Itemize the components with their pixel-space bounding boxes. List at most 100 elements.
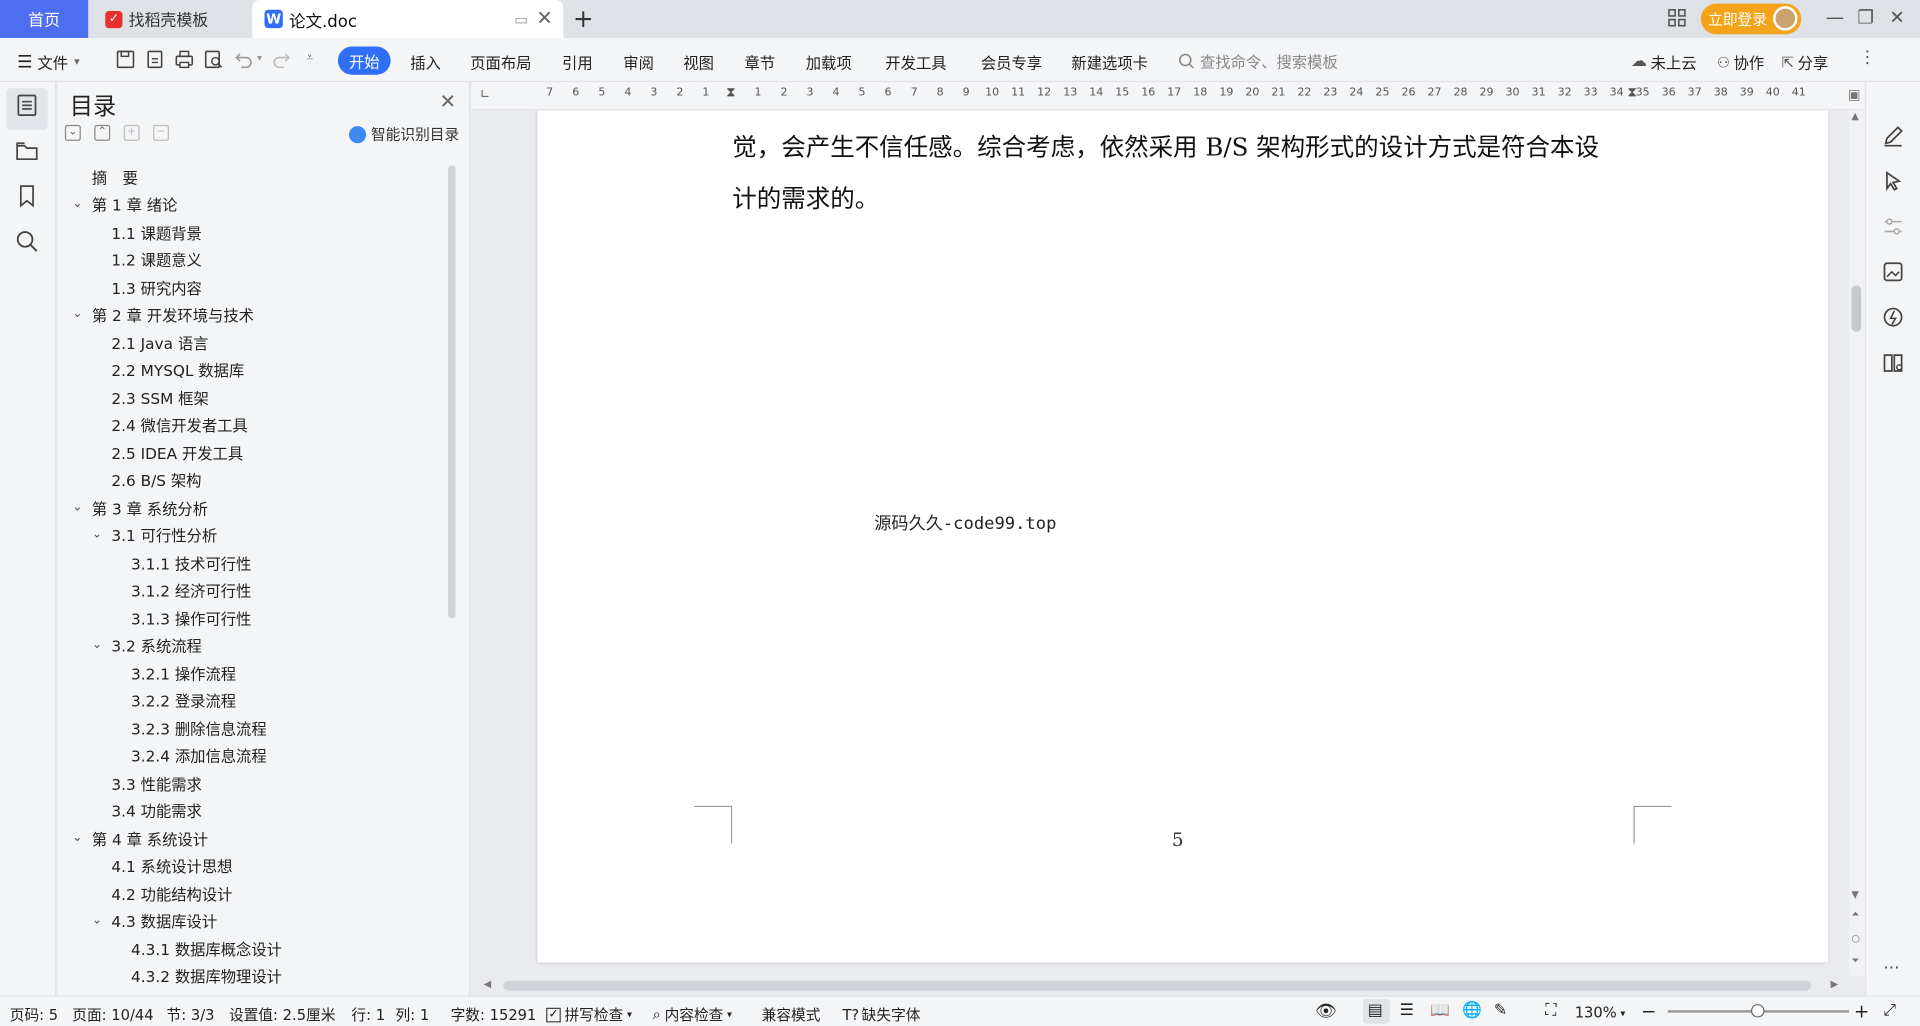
pin-tab-icon[interactable]: ▭ — [514, 11, 528, 28]
vertical-scroll-thumb[interactable] — [1851, 285, 1862, 332]
close-window-icon[interactable]: ✕ — [1889, 6, 1904, 28]
toc-item[interactable]: 摘 要 — [92, 163, 138, 190]
bookmark-icon[interactable] — [15, 184, 39, 208]
status-section[interactable]: 节: 3/3 — [167, 1004, 215, 1025]
ribbon-tab-insert[interactable]: 插入 — [410, 50, 441, 73]
command-search-input[interactable]: 查找命令、搜索模板 — [1178, 49, 1338, 72]
tab-docer-templates[interactable]: ✓ 找稻壳模板 — [90, 0, 253, 38]
spell-check-button[interactable]: ✓ 拼写检查 ▾ — [546, 1004, 632, 1025]
status-col[interactable]: 列: 1 — [396, 1004, 430, 1025]
chevron-down-icon[interactable]: ⌄ — [92, 528, 104, 541]
scroll-left-icon[interactable]: ◀ — [484, 978, 492, 989]
tab-home[interactable]: 首页 — [0, 0, 89, 38]
zoom-in-icon[interactable]: + — [1854, 1000, 1869, 1022]
toc-item[interactable]: 3.1.3 操作可行性 — [131, 604, 251, 631]
search-icon[interactable] — [15, 229, 39, 253]
select-browse-icon[interactable]: ○ — [1851, 933, 1860, 944]
toc-item[interactable]: 4.3.2 数据库物理设计 — [131, 961, 282, 988]
toc-item[interactable]: 3.1.1 技术可行性 — [131, 549, 251, 576]
ribbon-tab-new-tab[interactable]: 新建选项卡 — [1071, 50, 1148, 73]
toc-item[interactable]: 3.4 功能需求 — [111, 796, 201, 823]
toc-pane-icon[interactable] — [15, 93, 39, 117]
toc-item[interactable]: 2.1 Java 语言 — [111, 328, 208, 355]
horizontal-scroll-thumb[interactable] — [503, 980, 1812, 991]
chevron-down-icon[interactable]: ⌄ — [92, 638, 104, 651]
tab-stop-icon[interactable]: ∟ — [480, 88, 490, 101]
expand-all-icon[interactable]: ⌃ — [94, 124, 111, 141]
ruler-toggle-icon[interactable]: ▣ — [1848, 87, 1861, 103]
status-page[interactable]: 页码: 5 — [10, 1004, 58, 1025]
cursor-select-icon[interactable] — [1881, 169, 1905, 193]
toc-item[interactable]: 第 4 章 系统设计 — [92, 824, 208, 851]
ribbon-tab-references[interactable]: 引用 — [562, 50, 593, 73]
document-canvas[interactable]: 觉，会产生不信任感。综合考虑，依然采用 B/S 架构形式的设计方式是符合本设 计… — [471, 110, 1865, 996]
toc-item[interactable]: 3.1 可行性分析 — [111, 520, 217, 547]
close-icon[interactable]: ✕ — [440, 89, 456, 112]
chevron-down-icon[interactable]: ⌄ — [72, 831, 84, 844]
toc-item[interactable]: 4.3.1 数据库概念设计 — [131, 934, 282, 961]
print-icon[interactable] — [174, 49, 195, 70]
ribbon-tab-review[interactable]: 审阅 — [623, 50, 654, 73]
undo-dropdown-icon[interactable]: ▾ — [257, 53, 262, 64]
cloud-status-button[interactable]: ☁ 未上云 — [1631, 50, 1697, 73]
toc-item[interactable]: 3.2.3 删除信息流程 — [131, 714, 267, 741]
ai-assistant-icon[interactable] — [1881, 305, 1905, 329]
page-view-icon[interactable]: ▤ — [1368, 1002, 1383, 1020]
zoom-out-icon[interactable]: − — [1641, 1000, 1656, 1022]
toc-item[interactable]: 2.3 SSM 框架 — [111, 383, 208, 410]
next-page-icon[interactable]: ⏷ — [1851, 955, 1859, 967]
document-page[interactable]: 觉，会产生不信任感。综合考虑，依然采用 B/S 架构形式的设计方式是符合本设 计… — [537, 110, 1829, 963]
scroll-down-icon[interactable]: ▼ — [1851, 889, 1859, 900]
scroll-right-icon[interactable]: ▶ — [1831, 978, 1839, 989]
add-toc-item-icon[interactable]: + — [123, 124, 140, 141]
redo-icon[interactable] — [272, 49, 293, 70]
web-view-icon[interactable]: 🌐 — [1462, 1002, 1482, 1020]
close-tab-icon[interactable]: ✕ — [536, 6, 552, 29]
toc-item[interactable]: 4.2 功能结构设计 — [111, 879, 232, 906]
toc-item[interactable]: 3.2 系统流程 — [111, 631, 201, 658]
status-word-count[interactable]: 字数: 15291 — [451, 1004, 537, 1025]
toc-item[interactable]: 4.1 系统设计思想 — [111, 851, 232, 878]
chevron-down-icon[interactable]: ⌄ — [72, 307, 84, 320]
toc-item[interactable]: 1.3 研究内容 — [111, 273, 201, 300]
ribbon-tab-view[interactable]: 视图 — [683, 50, 714, 73]
write-mode-icon[interactable]: ✎ — [1494, 1002, 1507, 1020]
chevron-down-icon[interactable]: ⌄ — [72, 197, 84, 210]
restore-icon[interactable]: ❐ — [1858, 6, 1874, 28]
chevron-down-icon[interactable]: ⌄ — [92, 913, 104, 926]
prev-page-icon[interactable]: ⏶ — [1851, 909, 1859, 921]
avatar[interactable] — [1773, 6, 1798, 31]
eye-protection-icon[interactable]: 👁 — [1315, 1002, 1337, 1022]
export-pdf-icon[interactable] — [144, 49, 165, 70]
remove-toc-item-icon[interactable]: − — [153, 124, 169, 141]
image-tools-icon[interactable] — [1881, 260, 1905, 284]
indent-marker-icon[interactable]: ⧗ — [726, 84, 735, 101]
more-tools-icon[interactable]: ··· — [1883, 959, 1899, 979]
toc-item[interactable]: 第 2 章 开发环境与技术 — [92, 300, 254, 327]
paragraph-line[interactable]: 计的需求的。 — [732, 179, 879, 215]
missing-font-button[interactable]: T? 缺失字体 — [842, 1004, 920, 1025]
chevron-down-icon[interactable]: ⌄ — [72, 501, 84, 514]
tab-document[interactable]: W 论文.doc ▭ ✕ — [252, 0, 564, 38]
toc-item[interactable]: 3.2.1 操作流程 — [131, 659, 236, 686]
read-mode-icon[interactable] — [1881, 350, 1905, 374]
toc-item[interactable]: 1.1 课题背景 — [111, 218, 201, 245]
right-indent-marker-icon[interactable]: ⧗ — [1627, 84, 1636, 101]
more-options-icon[interactable]: ⋮ — [1859, 48, 1876, 68]
status-pages[interactable]: 页面: 10/44 — [72, 1004, 153, 1025]
pen-icon[interactable] — [1881, 124, 1905, 148]
toc-item[interactable]: 第 3 章 系统分析 — [92, 493, 208, 520]
horizontal-scrollbar[interactable]: ◀ ▶ — [484, 976, 1843, 996]
collapse-all-icon[interactable]: ⌄ — [64, 124, 81, 141]
outline-view-icon[interactable]: ☰ — [1400, 1002, 1414, 1020]
fullscreen-icon[interactable]: ⤢ — [1883, 1002, 1896, 1020]
paragraph-line[interactable]: 觉，会产生不信任感。综合考虑，依然采用 B/S 架构形式的设计方式是符合本设 — [732, 127, 1599, 163]
toc-scrollbar[interactable] — [448, 165, 456, 619]
save-icon[interactable] — [115, 49, 136, 70]
toc-item[interactable]: 2.4 微信开发者工具 — [111, 410, 247, 437]
collaborate-button[interactable]: ⚇ 协作 — [1717, 50, 1764, 73]
toc-item[interactable]: 2.5 IDEA 开发工具 — [111, 438, 243, 465]
status-row[interactable]: 行: 1 — [351, 1004, 385, 1025]
toc-item[interactable]: 2.2 MYSQL 数据库 — [111, 355, 244, 382]
chapter-nav-icon[interactable] — [15, 138, 39, 162]
